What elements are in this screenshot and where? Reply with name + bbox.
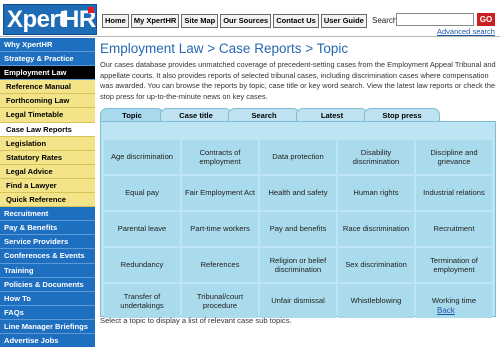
sidebar: Why XpertHR Strategy & Practice Employment… <box>0 38 95 347</box>
sidebar-item[interactable]: How To <box>0 292 95 306</box>
advanced-search-link[interactable]: Advanced search <box>437 27 495 36</box>
xperthr-logo[interactable]: Xpert HR <box>3 4 97 35</box>
logo-text-left: Xpert <box>7 6 66 33</box>
sidebar-item[interactable]: Recruitment <box>0 207 95 222</box>
topic-cell[interactable]: Pay and benefits <box>260 212 336 246</box>
main-content: Employment Law > Case Reports > Topic Ou… <box>100 40 496 102</box>
sidebar-item[interactable]: Find a Lawyer <box>0 178 95 194</box>
sidebar-item[interactable]: Line Manager Briefings <box>0 320 95 334</box>
nav-contact-us-link[interactable]: Contact Us <box>273 14 319 28</box>
nav-home-link[interactable]: Home <box>102 14 129 28</box>
topic-hint: Select a topic to display a list of rele… <box>100 316 292 325</box>
topic-grid: Age discrimination Contracts of employmen… <box>104 140 492 318</box>
topic-cell[interactable]: Religion or belief discrimination <box>260 248 336 282</box>
topic-cell[interactable]: Unfair dismissal <box>260 284 336 318</box>
topic-cell[interactable]: Fair Employment Act <box>182 176 258 210</box>
tab-latest[interactable]: Latest <box>296 108 368 121</box>
tab-bar: Topic Case title Search Latest Stop pres… <box>100 108 440 121</box>
topic-cell[interactable]: Tribunal/court procedure <box>182 284 258 318</box>
sidebar-item[interactable]: Why XpertHR <box>0 38 95 53</box>
nav-user-guide-link[interactable]: User Guide <box>320 14 367 28</box>
sidebar-item[interactable]: Legal Timetable <box>0 108 95 123</box>
sidebar-item[interactable]: FAQs <box>0 306 95 320</box>
search-input[interactable] <box>396 13 474 26</box>
sidebar-item[interactable]: Strategy & Practice <box>0 52 95 67</box>
sidebar-item[interactable]: Statutory Rates <box>0 150 95 165</box>
topic-cell[interactable]: Industrial relations <box>416 176 492 210</box>
sidebar-item[interactable]: Quick Reference <box>0 193 95 208</box>
topic-cell[interactable]: Parental leave <box>104 212 180 246</box>
topic-cell[interactable]: Equal pay <box>104 176 180 210</box>
sidebar-item[interactable]: Pay & Benefits <box>0 221 95 236</box>
topic-cell[interactable]: Contracts of employment <box>182 140 258 174</box>
topic-cell[interactable]: Termination of employment <box>416 248 492 282</box>
topic-cell[interactable]: Disability discrimination <box>338 140 414 174</box>
topic-cell[interactable]: Recruitment <box>416 212 492 246</box>
nav-our-sources-link[interactable]: Our Sources <box>220 14 272 28</box>
topic-cell[interactable]: Human rights <box>338 176 414 210</box>
sidebar-item[interactable]: Conferences & Events <box>0 249 95 264</box>
topic-cell[interactable]: Sex discrimination <box>338 248 414 282</box>
page-title: Employment Law > Case Reports > Topic <box>100 41 349 56</box>
topic-cell[interactable]: Age discrimination <box>104 140 180 174</box>
top-navigation: Home My XpertHR Site Map Our Sources Con… <box>102 14 367 28</box>
topic-cell[interactable]: Whistleblowing <box>338 284 414 318</box>
logo-plus-icon <box>88 7 94 13</box>
nav-my-xperthr-link[interactable]: My XpertHR <box>130 14 180 28</box>
sidebar-item[interactable]: Employment Law <box>0 66 95 81</box>
sidebar-item[interactable]: Legislation <box>0 136 95 151</box>
intro-text: Our cases database provides unmatched co… <box>100 60 496 101</box>
search-label: Search <box>372 16 398 25</box>
topic-cell[interactable]: Redundancy <box>104 248 180 282</box>
go-button[interactable]: GO <box>477 13 495 26</box>
topic-panel: Age discrimination Contracts of employmen… <box>100 121 496 318</box>
sidebar-item[interactable]: Legal Advice <box>0 164 95 179</box>
sidebar-item[interactable]: Policies & Documents <box>0 278 95 292</box>
tab-case-title[interactable]: Case title <box>160 108 232 121</box>
header: Xpert HR Home My XpertHR Site Map Our So… <box>0 0 500 37</box>
topic-cell[interactable]: Health and safety <box>260 176 336 210</box>
topic-cell[interactable]: Part-time workers <box>182 212 258 246</box>
tab-search[interactable]: Search <box>228 108 300 121</box>
topic-cell[interactable]: Race discrimination <box>338 212 414 246</box>
sidebar-item[interactable]: Advertise Jobs <box>0 334 95 347</box>
topic-cell[interactable]: Discipline and grievance <box>416 140 492 174</box>
back-link[interactable]: Back <box>437 306 455 315</box>
sidebar-item[interactable]: Forthcoming Law <box>0 94 95 109</box>
nav-site-map-link[interactable]: Site Map <box>181 14 219 28</box>
tab-stop-press[interactable]: Stop press <box>364 108 440 121</box>
sidebar-item[interactable]: Training <box>0 264 95 278</box>
topic-cell[interactable]: References <box>182 248 258 282</box>
topic-cell[interactable]: Data protection <box>260 140 336 174</box>
sidebar-item[interactable]: Case Law Reports <box>0 122 95 137</box>
tab-topic[interactable]: Topic <box>100 108 164 121</box>
topic-cell[interactable]: Transfer of undertakings <box>104 284 180 318</box>
sidebar-item[interactable]: Service Providers <box>0 235 95 250</box>
sidebar-item[interactable]: Reference Manual <box>0 80 95 95</box>
